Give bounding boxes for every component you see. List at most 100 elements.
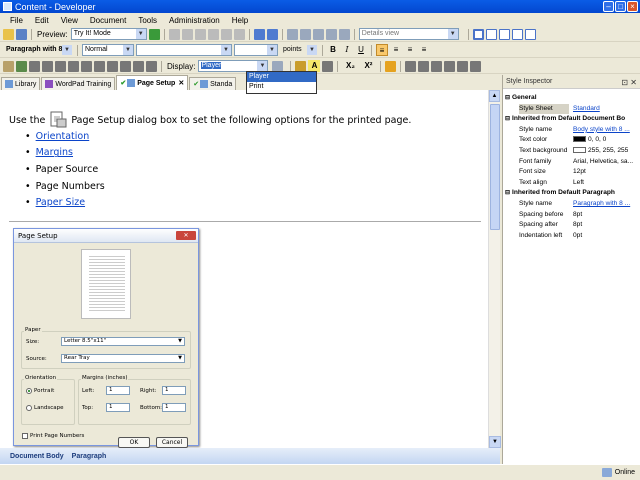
layout-icon-e[interactable]: [524, 28, 536, 40]
inspector-property-row[interactable]: Spacing after 8pt: [503, 220, 640, 230]
align-right-button[interactable]: ≡: [404, 44, 416, 56]
menu-file[interactable]: File: [4, 16, 29, 25]
size-select[interactable]: ▼: [234, 44, 278, 56]
char-style-select[interactable]: Normal ▼: [82, 44, 134, 56]
inspector-property-row[interactable]: Text color 0, 0, 0: [503, 135, 640, 145]
size-unit-select[interactable]: points ▼: [280, 44, 318, 56]
path-paragraph[interactable]: Paragraph: [72, 453, 107, 460]
outdent-icon[interactable]: [431, 60, 443, 72]
media-icon[interactable]: [107, 60, 118, 72]
align-center-button[interactable]: ≡: [390, 44, 402, 56]
scroll-down-arrow[interactable]: ▼: [489, 436, 501, 448]
indent-icon[interactable]: [444, 60, 456, 72]
maximize-button[interactable]: □: [615, 1, 626, 12]
tab-page-setup[interactable]: ✔ Page Setup ✕: [116, 75, 189, 90]
list-item[interactable]: Paper Size: [25, 194, 105, 211]
minimize-button[interactable]: –: [603, 1, 614, 12]
save-icon[interactable]: [16, 28, 27, 40]
margins-link[interactable]: Margins: [36, 147, 73, 158]
inspector-property-row[interactable]: Style name Paragraph with 8 ...: [503, 199, 640, 209]
eraser-icon[interactable]: [385, 60, 397, 72]
undo-icon[interactable]: [253, 28, 265, 40]
cut-icon[interactable]: [168, 28, 180, 40]
replace-icon[interactable]: [233, 28, 245, 40]
layout-icon-b[interactable]: [485, 28, 497, 40]
layout-icon-c[interactable]: [498, 28, 510, 40]
inspector-property-row[interactable]: Font family Arial, Helvetica, sa...: [503, 157, 640, 167]
more-icon[interactable]: [457, 60, 469, 72]
paper-size-link[interactable]: Paper Size: [36, 197, 85, 208]
menu-document[interactable]: Document: [84, 16, 132, 25]
inspector-group-header[interactable]: ⊟ Inherited from Default Document Bo: [503, 114, 640, 124]
collapse-icon[interactable]: ⊟: [505, 188, 510, 198]
layout-icon-a[interactable]: [472, 28, 484, 40]
collapse-icon[interactable]: ⊟: [505, 93, 510, 103]
find-icon[interactable]: [220, 28, 232, 40]
inspector-property-row[interactable]: Font size 12pt: [503, 167, 640, 177]
dropdown-option-print[interactable]: Print: [247, 82, 316, 92]
redo-icon[interactable]: [266, 28, 278, 40]
menu-help[interactable]: Help: [226, 16, 254, 25]
numbered-list-icon[interactable]: [405, 60, 417, 72]
tool-icon-b[interactable]: [299, 28, 311, 40]
subscript-button[interactable]: X₂: [342, 60, 358, 72]
italic-button[interactable]: I: [341, 44, 353, 56]
inspector-property-row[interactable]: Style Sheet Standard: [503, 103, 640, 114]
path-document-body[interactable]: Document Body: [10, 453, 64, 460]
bullet-list-icon[interactable]: [418, 60, 430, 72]
collapse-icon[interactable]: ⊟: [505, 114, 510, 124]
font-select[interactable]: ▼: [136, 44, 232, 56]
justify-button[interactable]: ≡: [418, 44, 430, 56]
tool-icon-d[interactable]: [325, 28, 337, 40]
align-left-button[interactable]: ≡: [376, 44, 388, 56]
inspector-pin-icon[interactable]: ⊡ ✕: [621, 76, 637, 90]
menu-edit[interactable]: Edit: [29, 16, 55, 25]
table-icon[interactable]: [42, 60, 53, 72]
inspector-group-header[interactable]: ⊟ Inherited from Default Paragraph: [503, 188, 640, 198]
copy-icon[interactable]: [181, 28, 193, 40]
paragraph-icon[interactable]: [470, 60, 482, 72]
menu-view[interactable]: View: [55, 16, 84, 25]
inspector-property-row[interactable]: Indentation left 0pt: [503, 231, 640, 241]
paste-icon[interactable]: [194, 28, 206, 40]
frame-icon[interactable]: [146, 60, 157, 72]
tab-close-icon[interactable]: ✕: [178, 79, 184, 87]
scroll-up-arrow[interactable]: ▲: [489, 90, 500, 102]
inspector-property-row[interactable]: Text align Left: [503, 178, 640, 188]
tab-wordpad-training[interactable]: WordPad Training: [41, 77, 116, 90]
property-value[interactable]: Paragraph with 8 ...: [573, 199, 630, 209]
display-refresh-icon[interactable]: [272, 60, 284, 72]
document-scrollbar[interactable]: ▲ ▼: [488, 90, 501, 448]
style-icon[interactable]: [295, 60, 307, 72]
form-icon[interactable]: [133, 60, 144, 72]
rule-icon[interactable]: [81, 60, 92, 72]
abc-icon[interactable]: [94, 60, 105, 72]
tool-icon-e[interactable]: [338, 28, 350, 40]
document-editor[interactable]: Use the Page Setup dialog box to set the…: [0, 90, 488, 448]
tool-icon-c[interactable]: [312, 28, 324, 40]
inspector-group-header[interactable]: ⊟ General: [503, 93, 640, 103]
scroll-thumb[interactable]: [490, 104, 500, 230]
tool-icon-a[interactable]: [286, 28, 298, 40]
delete-icon[interactable]: [207, 28, 219, 40]
tab-standard[interactable]: ✔ Standa: [189, 77, 237, 90]
list-item[interactable]: Orientation: [25, 128, 105, 145]
inspector-property-row[interactable]: Spacing before 8pt: [503, 210, 640, 220]
field-icon[interactable]: [120, 60, 131, 72]
anchor-icon[interactable]: [29, 60, 40, 72]
inspector-property-row[interactable]: Text background 255, 255, 255: [503, 146, 640, 156]
preview-mode-select[interactable]: Try It! Mode ▼: [70, 28, 147, 40]
close-button[interactable]: ×: [627, 1, 638, 12]
omega-icon[interactable]: [55, 60, 66, 72]
menu-tools[interactable]: Tools: [132, 16, 163, 25]
color-icon[interactable]: [322, 60, 334, 72]
tab-library[interactable]: Library: [1, 77, 41, 90]
list-icon[interactable]: [68, 60, 79, 72]
dropdown-option-player[interactable]: Player: [247, 72, 316, 82]
menu-administration[interactable]: Administration: [163, 16, 226, 25]
go-icon[interactable]: [148, 28, 160, 40]
link-icon[interactable]: [3, 60, 14, 72]
property-value[interactable]: Standard: [573, 104, 600, 114]
open-icon[interactable]: [3, 28, 14, 40]
superscript-button[interactable]: X²: [360, 60, 376, 72]
